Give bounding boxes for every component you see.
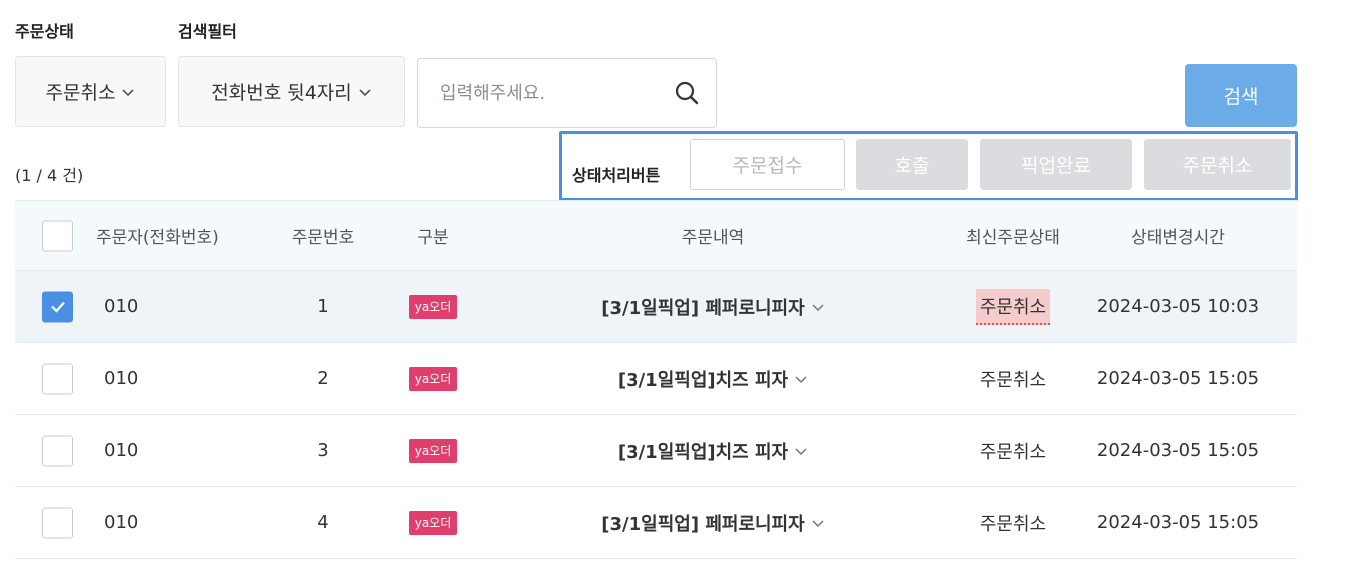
receive-order-button[interactable]: 주문접수 xyxy=(690,139,845,190)
latest-status: 주문취소 xyxy=(975,288,1051,325)
order-type-badge: ya오더 xyxy=(408,294,458,319)
header-order-details: 주문내역 xyxy=(681,228,745,248)
order-type-badge: ya오더 xyxy=(408,510,458,535)
order-details[interactable]: [3/1일픽업] 페퍼로니피자 xyxy=(563,271,863,342)
header-changed-time: 상태변경시간 xyxy=(1131,228,1225,248)
order-number: 2 xyxy=(317,368,329,389)
chevron-down-icon xyxy=(812,519,824,527)
order-type-badge-cell: ya오더 xyxy=(383,343,483,414)
latest-status: 주문취소 xyxy=(979,369,1047,391)
search-filter-select[interactable]: 전화번호 뒷4자리 xyxy=(178,56,405,127)
order-status-label: 주문상태 xyxy=(15,22,74,41)
header-latest-status: 최신주문상태 xyxy=(966,228,1060,248)
row-checkbox[interactable] xyxy=(42,291,73,322)
order-type-badge-cell: ya오더 xyxy=(383,271,483,342)
order-details[interactable]: [3/1일픽업] 페퍼로니피자 xyxy=(563,487,863,558)
order-details-text: [3/1일픽업]치즈 피자 xyxy=(617,369,789,391)
latest-status-cell: 주문취소 xyxy=(948,271,1078,342)
row-checkbox[interactable] xyxy=(42,507,73,538)
search-button[interactable]: 검색 xyxy=(1185,64,1297,127)
orderer-phone: 010 xyxy=(104,440,139,461)
search-filter-select-value: 전화번호 뒷4자리 xyxy=(211,82,352,104)
pickup-complete-button[interactable]: 픽업완료 xyxy=(980,139,1132,190)
order-number: 3 xyxy=(317,440,329,461)
search-input[interactable] xyxy=(418,82,674,104)
orderer-phone: 010 xyxy=(104,512,139,533)
table-row[interactable]: 010 2 ya오더 [3/1일픽업]치즈 피자 주문취소 2024-03-05… xyxy=(15,343,1297,415)
order-status-select-value: 주문취소 xyxy=(45,82,116,104)
order-details-text: [3/1일픽업] 페퍼로니피자 xyxy=(601,513,805,535)
table-row[interactable]: 010 4 ya오더 [3/1일픽업] 페퍼로니피자 주문취소 2024-03-… xyxy=(15,487,1297,559)
search-box xyxy=(417,58,717,128)
row-checkbox[interactable] xyxy=(42,363,73,394)
chevron-down-icon xyxy=(359,88,371,96)
header-order-number: 주문번호 xyxy=(291,228,355,248)
orderer-phone: 010 xyxy=(104,368,139,389)
result-count: (1 / 4 건) xyxy=(15,166,84,185)
status-changed-time: 2024-03-05 15:05 xyxy=(1096,368,1260,389)
order-details-text: [3/1일픽업] 페퍼로니피자 xyxy=(601,297,805,319)
order-type-badge: ya오더 xyxy=(408,438,458,463)
checkmark-icon xyxy=(50,301,65,313)
latest-status: 주문취소 xyxy=(979,441,1047,463)
status-changed-time: 2024-03-05 10:03 xyxy=(1096,296,1260,317)
order-details-text: [3/1일픽업]치즈 피자 xyxy=(617,441,789,463)
status-changed-time: 2024-03-05 15:05 xyxy=(1096,512,1260,533)
header-orderer: 주문자(전화번호) xyxy=(96,228,219,248)
order-type-badge-cell: ya오더 xyxy=(383,415,483,486)
table-header: 주문자(전화번호) 주문번호 구분 주문내역 최신주문상태 상태변경시간 xyxy=(15,200,1297,271)
chevron-down-icon xyxy=(795,447,807,455)
chevron-down-icon xyxy=(795,375,807,383)
row-checkbox[interactable] xyxy=(42,435,73,466)
table-row[interactable]: 010 1 ya오더 [3/1일픽업] 페퍼로니피자 주문취소 2024-03-… xyxy=(15,271,1297,343)
order-status-select[interactable]: 주문취소 xyxy=(15,56,166,127)
search-icon[interactable] xyxy=(674,80,700,106)
order-details[interactable]: [3/1일픽업]치즈 피자 xyxy=(563,343,863,414)
table-row[interactable]: 010 3 ya오더 [3/1일픽업]치즈 피자 주문취소 2024-03-05… xyxy=(15,415,1297,487)
header-type: 구분 xyxy=(417,228,449,248)
cancel-order-button[interactable]: 주문취소 xyxy=(1144,139,1291,190)
call-button[interactable]: 호출 xyxy=(856,139,968,190)
chevron-down-icon xyxy=(812,303,824,311)
search-filter-label: 검색필터 xyxy=(178,22,237,41)
orderer-phone: 010 xyxy=(104,296,139,317)
select-all-checkbox[interactable] xyxy=(42,220,73,251)
order-details[interactable]: [3/1일픽업]치즈 피자 xyxy=(563,415,863,486)
latest-status: 주문취소 xyxy=(979,513,1047,535)
order-type-badge-cell: ya오더 xyxy=(383,487,483,558)
order-number: 4 xyxy=(317,512,329,533)
order-type-badge: ya오더 xyxy=(408,366,458,391)
chevron-down-icon xyxy=(122,88,135,96)
status-changed-time: 2024-03-05 15:05 xyxy=(1096,440,1260,461)
order-number: 1 xyxy=(317,296,329,317)
status-action-label: 상태처리버튼 xyxy=(572,166,661,185)
